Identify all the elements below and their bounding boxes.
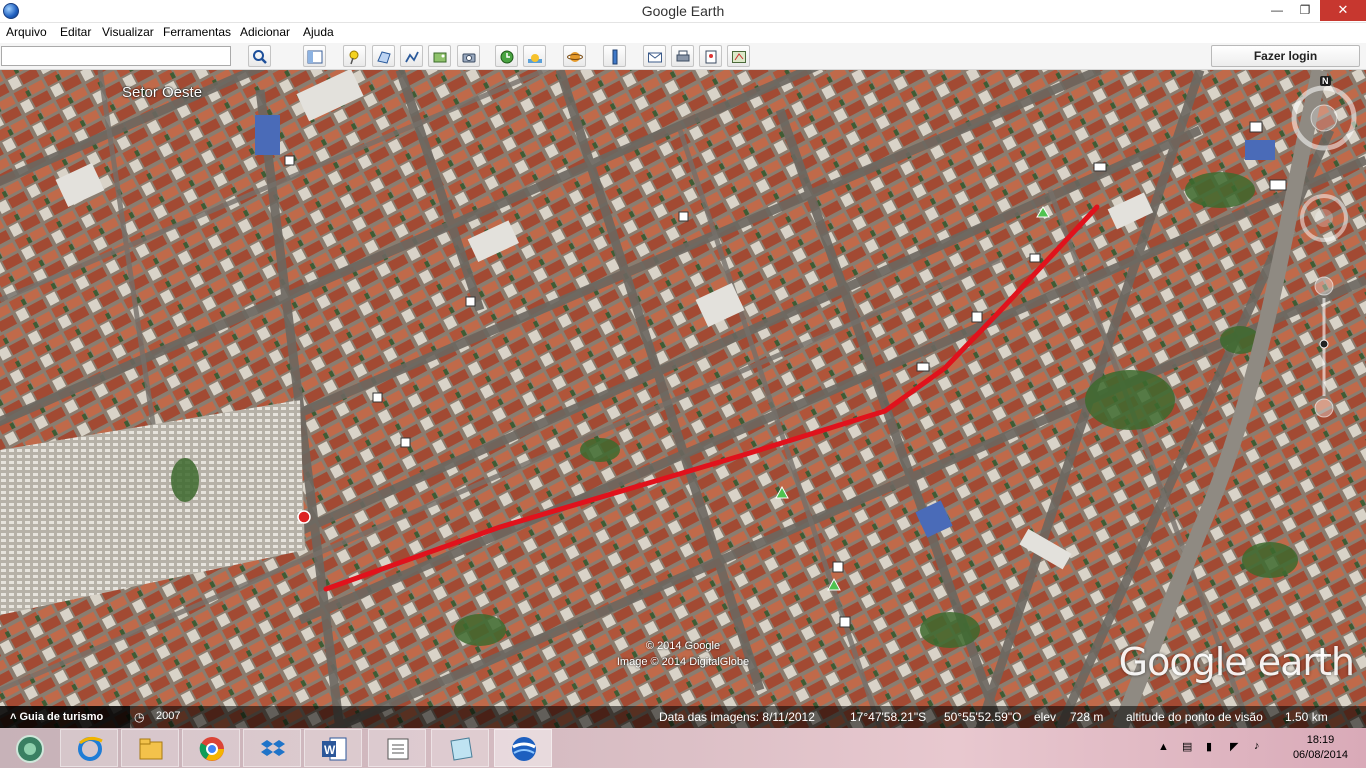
eye-altitude-label: altitude do ponto de visão [1126,710,1263,724]
imagery-date: Data das imagens: 8/11/2012 [659,710,815,724]
longitude-value: 50°55'52.59"O [944,710,1022,724]
clock-time: 18:19 [1306,734,1335,746]
chrome-icon [199,737,224,761]
compass-north[interactable]: N [1320,76,1331,86]
sidebar-icon [307,50,323,64]
volume-tray-icon[interactable]: ♪ [1254,740,1260,752]
ruler-button[interactable] [603,45,626,67]
taskbar-sticky-notes[interactable] [431,729,489,767]
imagery-year: 2007 [156,710,181,722]
taskbar-google-earth[interactable] [494,729,552,767]
google-earth-logo: Google earth [1118,640,1355,684]
add-polygon-button[interactable] [372,45,395,67]
menu-arquivo[interactable]: Arquivo [6,25,47,39]
add-placemark-button[interactable] [343,45,366,67]
add-overlay-button[interactable] [428,45,451,67]
minimize-button[interactable]: — [1262,0,1292,21]
menu-editar[interactable]: Editar [60,25,91,39]
chevron-up-icon: ˄ [10,711,17,723]
menu-adicionar[interactable]: Adicionar [240,25,290,39]
start-button[interactable] [0,729,56,767]
planets-button[interactable] [563,45,586,67]
window-title: Google Earth [641,3,725,19]
magnifier-icon [253,50,267,64]
camera-icon [462,53,476,63]
sunlight-button[interactable] [523,45,546,67]
record-tour-button[interactable] [457,45,480,67]
maximize-button[interactable]: ❐ [1290,0,1320,21]
satellite-imagery [0,70,1366,728]
login-button[interactable]: Fazer login [1211,45,1360,67]
google-earth-icon [512,737,536,761]
taskbar-chrome[interactable] [182,729,240,767]
taskbar-dropbox[interactable] [243,729,301,767]
taskbar-file-explorer[interactable] [121,729,179,767]
navigation-controls[interactable]: N [1290,76,1360,456]
toolbar: Fazer login [0,43,1366,70]
wifi-tray-icon[interactable]: ◤ [1230,740,1238,753]
view-maps-button[interactable] [727,45,750,67]
menu-ajuda[interactable]: Ajuda [303,25,334,39]
email-button[interactable] [643,45,666,67]
printer-icon [676,50,690,62]
internet-explorer-icon [78,736,103,761]
network-tray-icon[interactable]: ▤ [1182,740,1192,753]
add-path-button[interactable] [400,45,423,67]
title-bar: Google Earth — ❐ ✕ [0,0,1366,23]
nav-controls-graphic [1291,85,1357,418]
dropbox-icon [261,740,285,756]
sun-icon [528,54,542,63]
historical-imagery-icon[interactable]: ◷ [134,710,144,724]
clock[interactable]: 18:19 06/08/2014 [1293,733,1348,763]
latitude-value: 17°47'58.21"S [850,710,927,724]
ruler-icon [612,49,618,65]
search-button[interactable] [248,45,271,67]
clock-date: 06/08/2014 [1292,749,1348,761]
elevation-label: elev [1034,710,1057,724]
sidebar-toggle-button[interactable] [303,45,326,67]
elevation-value: 728 m [1070,710,1104,724]
menu-visualizar[interactable]: Visualizar [102,25,154,39]
svg-text:W: W [324,743,336,757]
path-icon [405,51,419,63]
taskbar-word[interactable]: W [304,729,362,767]
close-button[interactable]: ✕ [1320,0,1366,21]
map-view[interactable]: Setor Oeste © 2014 Google Image © 2014 D… [0,70,1366,728]
battery-tray-icon[interactable]: ▮ [1206,740,1212,753]
save-image-button[interactable] [699,45,722,67]
menu-bar: Arquivo Editar Visualizar Ferramentas Ad… [0,23,1366,43]
planet-icon [567,52,583,62]
image-overlay-icon [433,52,447,63]
file-explorer-icon [139,738,163,760]
status-bar: ˄ Guia de turismo ◷ 2007 Data das imagen… [0,706,1366,728]
menu-ferramentas[interactable]: Ferramentas [163,25,231,39]
pushpin-icon [349,50,359,65]
envelope-icon [648,52,662,63]
show-hidden-icons-icon[interactable]: ▲ [1158,741,1169,753]
taskbar: W ▲ ▤ ▮ ◤ ♪ 18:19 06/08/2014 [0,728,1366,768]
word-icon: W [322,737,347,761]
map-icon [732,51,746,63]
tour-guide-label: Guia de turismo [19,711,104,723]
clock-globe-icon [500,50,514,64]
print-button[interactable] [671,45,694,67]
tour-guide-button[interactable]: ˄ Guia de turismo [0,706,130,728]
system-tray: ▲ ▤ ▮ ◤ ♪ 18:19 06/08/2014 [1136,728,1366,768]
polygon-icon [377,51,391,64]
taskbar-internet-explorer[interactable] [60,729,118,767]
taskbar-notes[interactable] [368,729,426,767]
search-input[interactable] [1,46,231,66]
start-orb-icon [16,735,44,763]
place-label: Setor Oeste [122,84,203,101]
notes-icon [387,738,409,760]
save-image-icon [705,50,717,64]
sticky-icon [450,737,473,761]
eye-altitude-value: 1.50 km [1285,710,1328,724]
historical-imagery-button[interactable] [495,45,518,67]
